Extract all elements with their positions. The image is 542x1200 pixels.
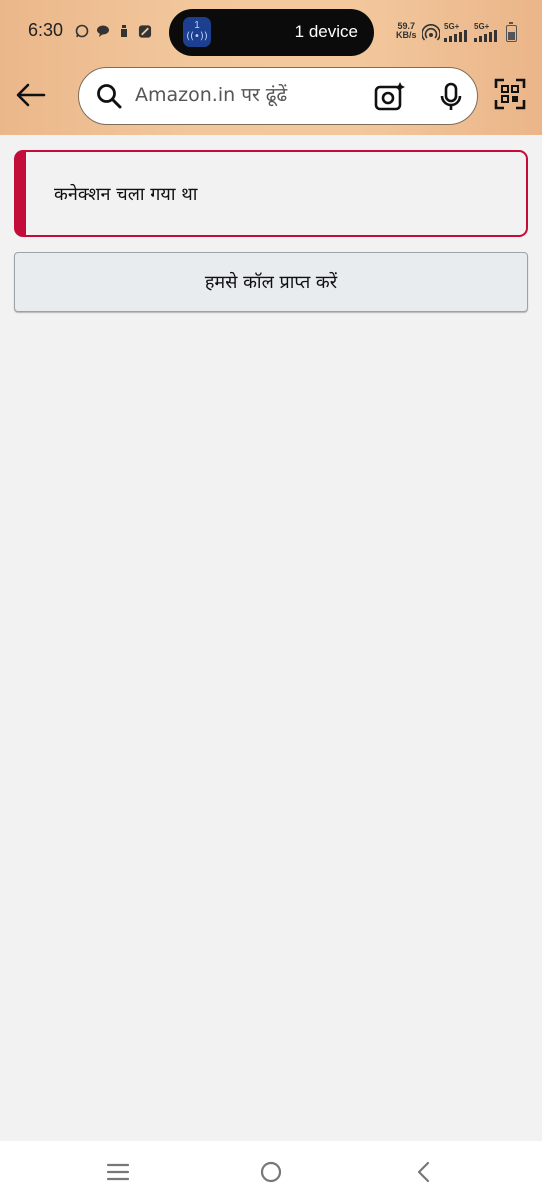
- pill-badge: 1 ((•)): [183, 17, 211, 47]
- back-icon[interactable]: [410, 1158, 438, 1186]
- home-icon[interactable]: [257, 1158, 285, 1186]
- search-input[interactable]: [135, 80, 365, 110]
- bottle-icon: [117, 24, 131, 38]
- back-arrow-icon[interactable]: [14, 78, 48, 112]
- connection-alert: कनेक्शन चला गया था: [14, 150, 528, 237]
- pill-badge-number: 1: [194, 20, 200, 31]
- menu-icon[interactable]: [104, 1158, 132, 1186]
- alert-message: कनेक्शन चला गया था: [54, 184, 198, 205]
- network-speed: 59.7 KB/s: [396, 22, 417, 40]
- search-bar[interactable]: [78, 67, 478, 125]
- app-icon: [138, 24, 152, 38]
- search-icon: [95, 82, 123, 110]
- battery-icon: [506, 22, 517, 42]
- dynamic-island-pill[interactable]: 1 ((•)) 1 device: [169, 9, 374, 56]
- app-header: 6:30 1 ((•)) 1 device 59.7 KB/s 5G+ 5G+ …: [0, 0, 542, 135]
- camera-sparkle-icon[interactable]: [373, 80, 407, 114]
- microphone-icon[interactable]: [435, 81, 467, 113]
- whatsapp-icon: [75, 24, 89, 38]
- system-nav-bar: [0, 1141, 542, 1200]
- signal-icon-2: 5G+: [474, 22, 500, 42]
- call-us-button[interactable]: हमसे कॉल प्राप्त करें: [14, 252, 528, 312]
- chat-bubble-icon: [96, 24, 110, 38]
- status-bar: 6:30 1 ((•)) 1 device 59.7 KB/s 5G+ 5G+: [0, 0, 542, 62]
- signal-icon: 5G+: [444, 22, 470, 42]
- speed-unit: KB/s: [396, 30, 417, 40]
- qr-scan-icon[interactable]: [494, 78, 526, 110]
- pill-text: 1 device: [294, 22, 358, 41]
- status-time: 6:30: [28, 20, 64, 40]
- hotspot-icon: [422, 24, 440, 42]
- broadcast-icon: ((•)): [186, 31, 208, 42]
